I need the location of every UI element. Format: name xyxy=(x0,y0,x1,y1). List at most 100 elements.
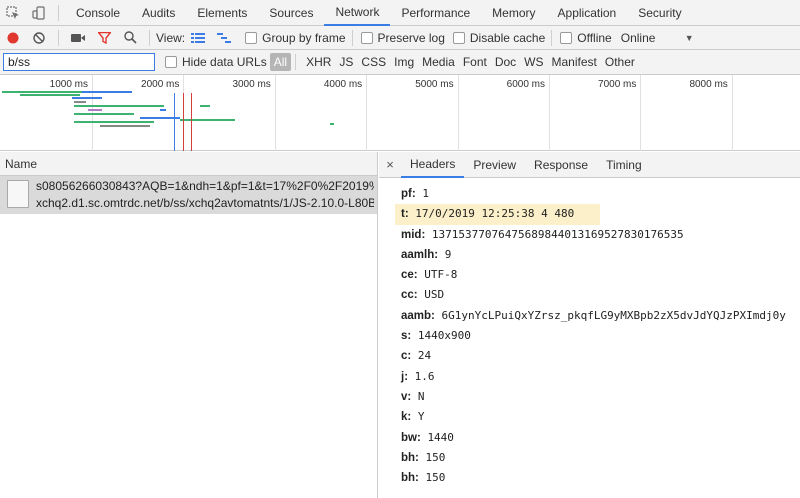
filter-type-css[interactable]: CSS xyxy=(357,53,390,71)
query-param-row[interactable]: c: 24 xyxy=(379,346,800,366)
query-param-row[interactable]: aamb: 6G1ynYcLPuiQxYZrsz_pkqfLG9yMXBpb2z… xyxy=(379,306,800,326)
filter-input[interactable] xyxy=(3,53,155,71)
filter-type-xhr[interactable]: XHR xyxy=(302,53,335,71)
checkbox-box[interactable] xyxy=(165,56,177,68)
tab-performance[interactable]: Performance xyxy=(390,0,481,26)
large-request-rows-icon[interactable] xyxy=(185,26,211,50)
tab-security[interactable]: Security xyxy=(627,0,692,26)
name-column-header[interactable]: Name xyxy=(0,152,377,176)
tab-response[interactable]: Response xyxy=(525,152,597,178)
checkbox-box[interactable] xyxy=(360,31,373,44)
timeline-gridline xyxy=(549,75,550,151)
tab-audits[interactable]: Audits xyxy=(131,0,186,26)
filter-bar: Hide data URLs All XHRJSCSSImgMediaFontDo… xyxy=(0,50,800,75)
divider xyxy=(58,29,59,46)
param-value: 1440x900 xyxy=(417,329,471,343)
timeline-tick-label: 8000 ms xyxy=(689,79,728,90)
timeline-tick-label: 4000 ms xyxy=(323,79,363,90)
query-param-row[interactable]: cc: USD xyxy=(379,285,800,305)
table-row[interactable]: s08056266030843?AQB=1&ndh=1&pf=1&t=17%2F… xyxy=(0,176,377,214)
timeline-gridline xyxy=(731,75,733,151)
search-icon[interactable] xyxy=(117,26,143,50)
offline-checkbox[interactable]: Offline xyxy=(560,30,612,45)
query-param-row[interactable]: v: N xyxy=(379,387,800,407)
panel-tabs: Console Audits Elements Sources Network Perfo… xyxy=(65,0,693,26)
filter-type-ws[interactable]: WS xyxy=(520,53,547,71)
param-key: bw: xyxy=(401,431,421,444)
param-key: t: xyxy=(401,208,409,221)
hide-data-urls-checkbox[interactable]: Hide data URLs xyxy=(165,55,267,69)
timeline-gridline xyxy=(457,75,459,151)
query-param-row[interactable]: s: 1440x900 xyxy=(379,326,800,346)
inspect-element-icon[interactable] xyxy=(0,0,26,26)
filter-type-manifest[interactable]: Manifest xyxy=(548,53,601,71)
timeline-tick-label: 3000 ms xyxy=(232,79,271,90)
tab-elements[interactable]: Elements xyxy=(186,0,258,26)
filter-type-js[interactable]: JS xyxy=(335,53,357,71)
hide-data-urls-label: Hide data URLs xyxy=(182,55,267,69)
tab-application[interactable]: Application xyxy=(547,0,628,26)
filter-icon[interactable] xyxy=(91,26,117,50)
timeline-request-bar xyxy=(74,113,134,115)
filter-type-font[interactable]: Font xyxy=(459,53,491,71)
param-value: 150 xyxy=(425,471,446,485)
clear-icon[interactable] xyxy=(26,26,52,50)
filter-type-img[interactable]: Img xyxy=(390,53,418,71)
checkbox-box[interactable] xyxy=(245,31,258,44)
param-key: pf: xyxy=(401,188,416,200)
timeline-request-bar xyxy=(330,123,334,125)
query-param-row[interactable]: aamlh: 9 xyxy=(379,245,800,265)
query-param-row[interactable]: pf: 1 xyxy=(379,184,800,204)
device-toolbar-icon[interactable] xyxy=(26,0,52,26)
query-param-row[interactable]: t: 17/0/2019 12:25:38 4 480 xyxy=(395,204,600,225)
timeline-request-bar xyxy=(74,101,86,103)
param-value: 9 xyxy=(444,247,452,261)
request-details-pane: × Headers Preview Response Timing pf: 1 t: 1… xyxy=(379,152,800,498)
camera-icon[interactable] xyxy=(65,26,91,50)
disable-cache-checkbox[interactable]: Disable cache xyxy=(452,30,546,45)
tab-sources[interactable]: Sources xyxy=(258,0,324,26)
close-icon[interactable]: × xyxy=(379,152,401,178)
filter-type-other[interactable]: Other xyxy=(601,53,639,71)
chevron-down-icon[interactable]: ▼ xyxy=(685,33,694,43)
group-by-frame-label: Group by frame xyxy=(262,30,346,45)
tab-timing[interactable]: Timing xyxy=(597,152,651,178)
query-param-row[interactable]: bw: 1440 xyxy=(379,428,800,448)
query-param-row[interactable]: ce: UTF-8 xyxy=(379,265,800,285)
param-key: v: xyxy=(401,390,412,403)
param-value: 17/0/2019 12:25:38 4 480 xyxy=(415,207,575,221)
param-key: j: xyxy=(401,370,409,383)
filter-type-all[interactable]: All xyxy=(269,53,292,71)
network-overview-timeline[interactable]: 1000 ms 2000 ms 3000 ms 4000 ms 5000 ms 6000 … xyxy=(0,75,800,151)
filter-type-media[interactable]: Media xyxy=(418,53,459,71)
param-value: 1440 xyxy=(427,430,454,444)
tab-preview[interactable]: Preview xyxy=(464,152,525,178)
query-param-row[interactable]: k: Y xyxy=(379,407,800,427)
checkbox-box[interactable] xyxy=(452,31,465,44)
filter-type-doc[interactable]: Doc xyxy=(491,53,520,71)
tab-memory[interactable]: Memory xyxy=(481,0,546,26)
tab-console[interactable]: Console xyxy=(65,0,131,26)
tab-headers[interactable]: Headers xyxy=(401,152,465,178)
record-button[interactable] xyxy=(0,26,26,50)
timeline-tick-label: 2000 ms xyxy=(141,79,180,90)
checkbox-box[interactable] xyxy=(560,31,573,44)
timeline-gridline xyxy=(640,75,642,151)
resource-type-filters: All XHR JS CSS Img Media Font Doc WS Manifest Othe… xyxy=(269,53,639,71)
query-param-row[interactable]: bh: 150 xyxy=(379,468,800,488)
waterfall-overview-icon[interactable] xyxy=(211,26,237,50)
throttling-select[interactable]: Online xyxy=(621,31,681,45)
request-path: xchq2.d1.sc.omtrdc.net/b/ss/xchq2avtomat… xyxy=(36,196,374,210)
query-param-row[interactable]: j: 1.6 xyxy=(379,367,800,387)
param-value: USD xyxy=(424,288,445,302)
query-param-row[interactable]: bh: 150 xyxy=(379,448,800,468)
group-by-frame-checkbox[interactable]: Group by frame xyxy=(245,30,346,45)
devtools-tab-bar: Console Audits Elements Sources Network Perfo… xyxy=(0,0,800,26)
param-key: bh: xyxy=(401,451,419,464)
param-key: mid: xyxy=(401,228,426,241)
disable-cache-label: Disable cache xyxy=(469,30,546,45)
query-param-row[interactable]: mid: 13715377076475689844013169527830176… xyxy=(379,225,800,245)
offline-label: Offline xyxy=(577,30,612,45)
tab-network[interactable]: Network xyxy=(324,0,391,26)
preserve-log-checkbox[interactable]: Preserve log xyxy=(360,31,445,45)
